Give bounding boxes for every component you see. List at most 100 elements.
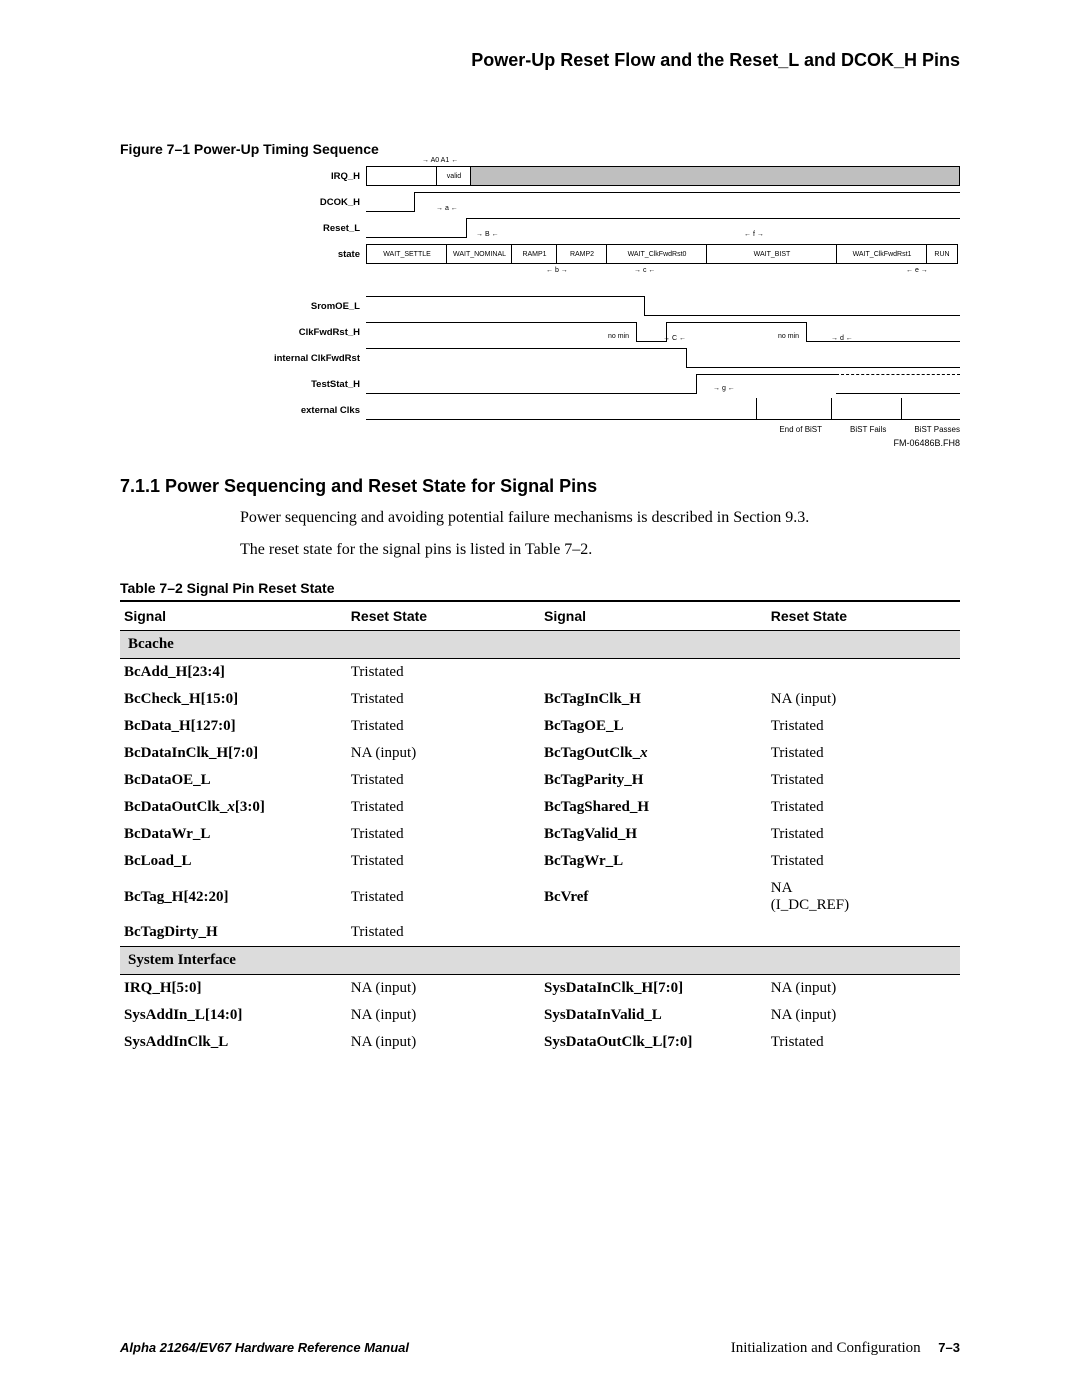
- signal-cell: BcDataOutClk_x[3:0]: [120, 794, 347, 821]
- table-row: BcAdd_H[23:4]Tristated: [120, 659, 960, 687]
- end-label: BiST Fails: [850, 425, 886, 434]
- signal-cell: BcDataInClk_H[7:0]: [120, 740, 347, 767]
- state-cell: NA (input): [347, 1002, 540, 1029]
- table-row: BcData_H[127:0]TristatedBcTagOE_LTristat…: [120, 713, 960, 740]
- table-row: BcDataInClk_H[7:0]NA (input)BcTagOutClk_…: [120, 740, 960, 767]
- signal-cell: BcVref: [540, 875, 767, 919]
- state-box: WAIT_NOMINAL: [446, 244, 513, 264]
- body-paragraph: The reset state for the signal pins is l…: [120, 539, 960, 561]
- signal-label: DCOK_H: [250, 197, 366, 208]
- signal-cell: BcTagShared_H: [540, 794, 767, 821]
- state-cell: [767, 659, 960, 687]
- state-cell: Tristated: [347, 794, 540, 821]
- table-row: BcDataOutClk_x[3:0]TristatedBcTagShared_…: [120, 794, 960, 821]
- tag-nomin: no min: [608, 333, 629, 340]
- state-box: WAIT_BIST: [706, 244, 838, 264]
- state-cell: Tristated: [767, 821, 960, 848]
- tag-a0a1: A0 A1: [422, 157, 458, 164]
- footer-manual-title: Alpha 21264/EV67 Hardware Reference Manu…: [120, 1340, 409, 1355]
- state-cell: NA (input): [347, 740, 540, 767]
- end-labels: End of BiST BiST Fails BiST Passes: [360, 425, 960, 434]
- tag-a: a: [436, 205, 458, 212]
- signal-label: state: [250, 249, 366, 260]
- signal-label: TestStat_H: [250, 379, 366, 390]
- signal-label: external Clks: [250, 405, 366, 416]
- state-box: WAIT_ClkFwdRst1: [836, 244, 928, 264]
- signal-label: IRQ_H: [250, 171, 366, 182]
- signal-pin-table: Signal Reset State Signal Reset State Bc…: [120, 600, 960, 1056]
- signal-cell: BcData_H[127:0]: [120, 713, 347, 740]
- valid-box: valid: [436, 166, 472, 186]
- end-label: BiST Passes: [914, 425, 960, 434]
- signal-cell: SysDataOutClk_L[7:0]: [540, 1029, 767, 1056]
- signal-cell: IRQ_H[5:0]: [120, 975, 347, 1003]
- table-header: Reset State: [767, 601, 960, 631]
- state-cell: Tristated: [767, 713, 960, 740]
- signal-cell: [540, 919, 767, 947]
- signal-cell: BcAdd_H[23:4]: [120, 659, 347, 687]
- section-heading: 7.1.1 Power Sequencing and Reset State f…: [120, 476, 960, 497]
- table-row: BcTag_H[42:20]TristatedBcVrefNA(I_DC_REF…: [120, 875, 960, 919]
- state-cell: Tristated: [347, 821, 540, 848]
- table-header: Reset State: [347, 601, 540, 631]
- tag-nomin: no min: [778, 333, 799, 340]
- signal-cell: SysAddIn_L[14:0]: [120, 1002, 347, 1029]
- state-cell: NA (input): [767, 975, 960, 1003]
- tag-B: B: [476, 231, 499, 238]
- table-row: IRQ_H[5:0]NA (input)SysDataInClk_H[7:0]N…: [120, 975, 960, 1003]
- state-cell: [767, 919, 960, 947]
- signal-cell: BcTagParity_H: [540, 767, 767, 794]
- state-cell: Tristated: [347, 919, 540, 947]
- body-paragraph: Power sequencing and avoiding potential …: [120, 507, 960, 529]
- table-group-row: Bcache: [120, 631, 960, 659]
- signal-cell: BcTagDirty_H: [120, 919, 347, 947]
- figure-caption: Figure 7–1 Power-Up Timing Sequence: [120, 141, 960, 157]
- state-cell: Tristated: [347, 659, 540, 687]
- state-box: RAMP1: [511, 244, 558, 264]
- state-cell: Tristated: [767, 740, 960, 767]
- state-box: WAIT_ClkFwdRst0: [606, 244, 708, 264]
- table-row: BcCheck_H[15:0]TristatedBcTagInClk_HNA (…: [120, 686, 960, 713]
- state-cell: NA (input): [767, 1002, 960, 1029]
- table-header: Signal: [540, 601, 767, 631]
- tag-f: ← f →: [744, 231, 764, 238]
- signal-cell: BcTagOutClk_x: [540, 740, 767, 767]
- tag-d: d: [831, 335, 853, 342]
- diagram-id: FM-06486B.FH8: [250, 438, 960, 448]
- state-box: RAMP2: [556, 244, 608, 264]
- signal-cell: [540, 659, 767, 687]
- table-row: SysAddIn_L[14:0]NA (input)SysDataInValid…: [120, 1002, 960, 1029]
- state-box: WAIT_SETTLE: [366, 244, 448, 264]
- state-cell: Tristated: [767, 767, 960, 794]
- signal-label: Reset_L: [250, 223, 366, 234]
- end-label: End of BiST: [779, 425, 822, 434]
- signal-cell: BcTagWr_L: [540, 848, 767, 875]
- tag-b: ← b →: [546, 267, 568, 274]
- state-cell: NA (input): [347, 975, 540, 1003]
- table-row: BcTagDirty_HTristated: [120, 919, 960, 947]
- signal-label: ClkFwdRst_H: [250, 327, 366, 338]
- signal-cell: BcLoad_L: [120, 848, 347, 875]
- table-caption: Table 7–2 Signal Pin Reset State: [120, 580, 960, 596]
- state-cell: NA (input): [347, 1029, 540, 1056]
- table-header: Signal: [120, 601, 347, 631]
- table-group-title: Bcache: [120, 631, 960, 659]
- state-cell: Tristated: [347, 713, 540, 740]
- table-row: BcDataOE_LTristatedBcTagParity_HTristate…: [120, 767, 960, 794]
- signal-cell: SysDataInClk_H[7:0]: [540, 975, 767, 1003]
- signal-cell: BcTagInClk_H: [540, 686, 767, 713]
- table-row: BcLoad_LTristatedBcTagWr_LTristated: [120, 848, 960, 875]
- signal-cell: BcDataOE_L: [120, 767, 347, 794]
- table-row: BcDataWr_LTristatedBcTagValid_HTristated: [120, 821, 960, 848]
- tag-g: → g ←: [713, 385, 735, 392]
- state-cell: NA(I_DC_REF): [767, 875, 960, 919]
- tag-e: ← e →: [906, 267, 928, 274]
- state-cell: Tristated: [347, 848, 540, 875]
- table-row: SysAddInClk_LNA (input)SysDataOutClk_L[7…: [120, 1029, 960, 1056]
- state-cell: Tristated: [347, 686, 540, 713]
- running-head: Power-Up Reset Flow and the Reset_L and …: [120, 50, 960, 71]
- footer-page-number: 7–3: [938, 1340, 960, 1355]
- state-cell: Tristated: [347, 875, 540, 919]
- state-cell: NA (input): [767, 686, 960, 713]
- signal-cell: SysAddInClk_L: [120, 1029, 347, 1056]
